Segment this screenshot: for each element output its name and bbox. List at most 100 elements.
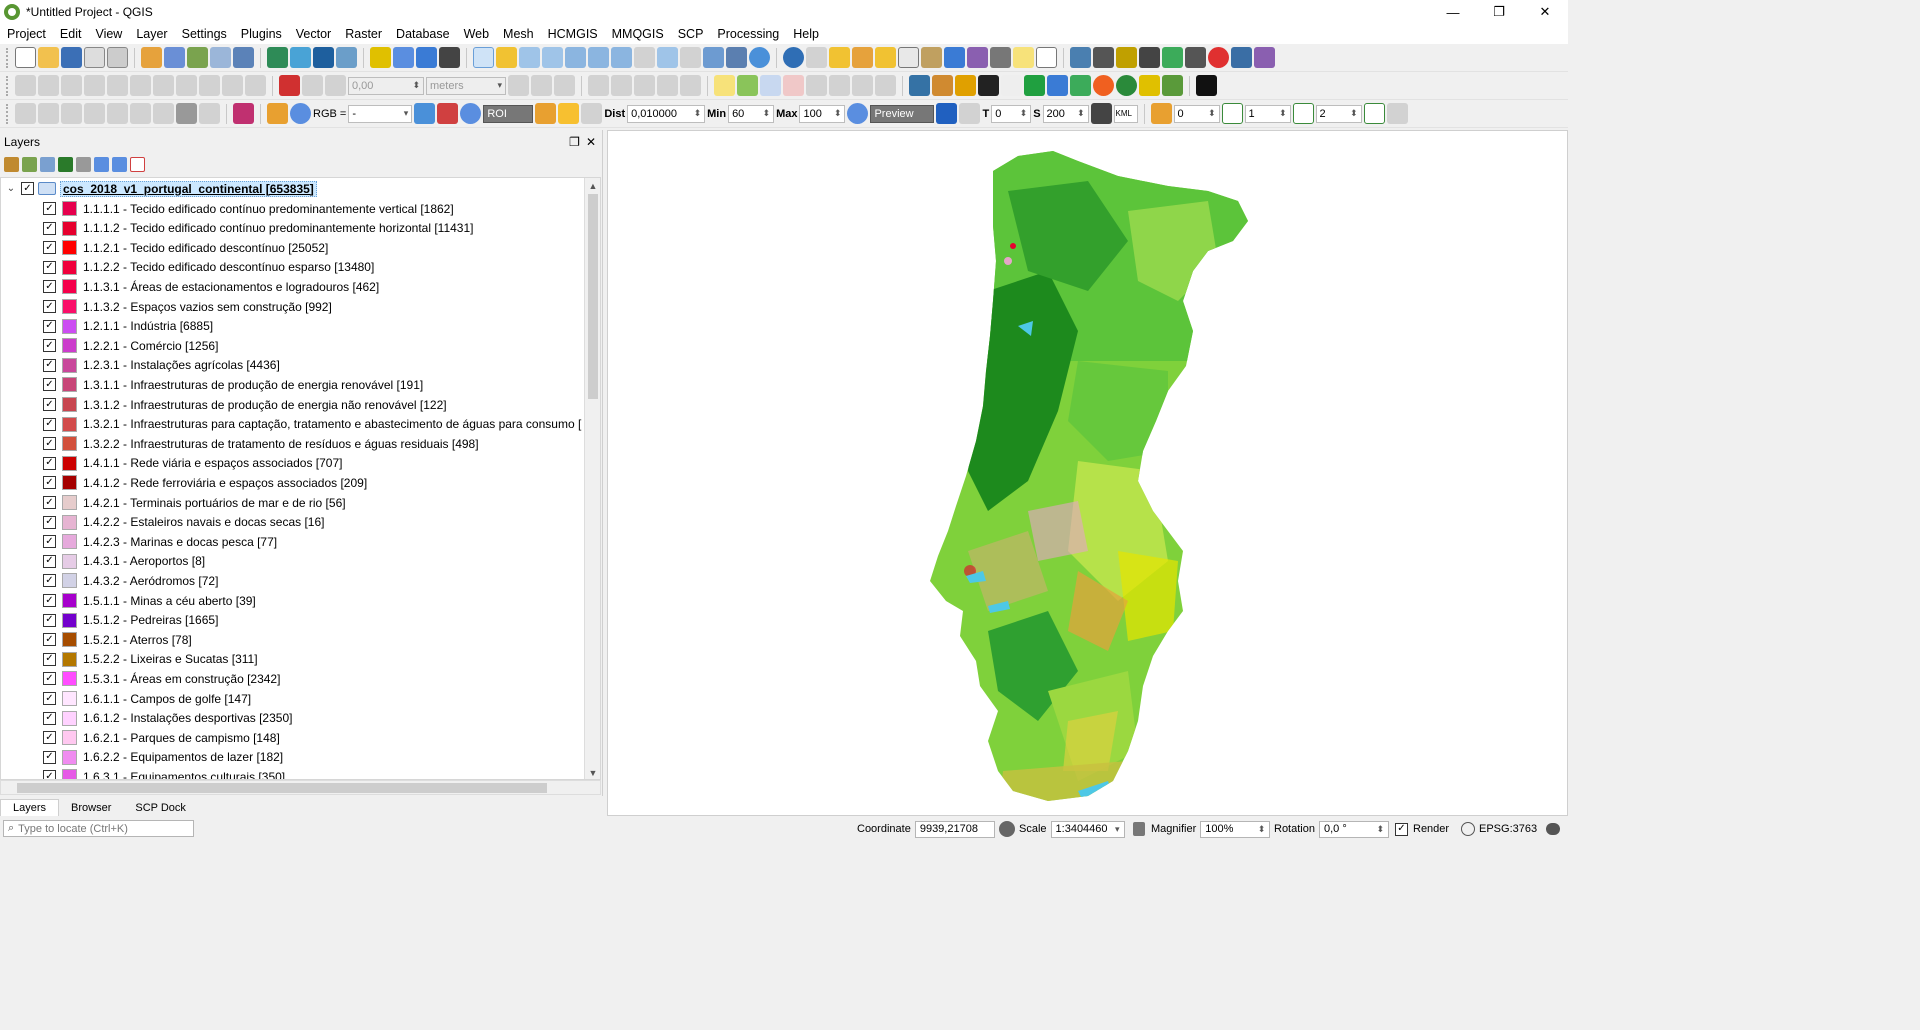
plugin-tool-5-icon[interactable]: [1162, 47, 1183, 68]
legend-checkbox[interactable]: ✓: [43, 770, 56, 779]
deselect-icon[interactable]: [875, 47, 896, 68]
menu-web[interactable]: Web: [457, 27, 496, 41]
menu-vector[interactable]: Vector: [289, 27, 338, 41]
refresh-icon[interactable]: [749, 47, 770, 68]
menu-raster[interactable]: Raster: [338, 27, 389, 41]
web-globe-icon[interactable]: [416, 47, 437, 68]
legend-item[interactable]: ✓ 1.2.1.1 - Indústria [6885]: [43, 317, 213, 336]
plugin-tool-8-icon[interactable]: [1231, 47, 1252, 68]
collapse-all-icon[interactable]: [112, 156, 127, 172]
band-next-a-icon[interactable]: [1221, 103, 1243, 124]
trace-icon[interactable]: [508, 75, 529, 96]
add-group-icon[interactable]: [22, 156, 37, 172]
python-console-icon[interactable]: [909, 75, 930, 96]
menu-project[interactable]: Project: [0, 27, 53, 41]
mesh-layer-icon[interactable]: [313, 47, 334, 68]
globe-icon[interactable]: [393, 47, 414, 68]
label-style-icon[interactable]: [875, 75, 896, 96]
legend-checkbox[interactable]: ✓: [43, 398, 56, 411]
plugin-h-icon[interactable]: [1116, 75, 1137, 96]
band-next-b-icon[interactable]: [1292, 103, 1314, 124]
legend-item[interactable]: ✓ 1.3.2.1 - Infraestruturas para captação…: [43, 415, 581, 434]
label-pin-icon[interactable]: [760, 75, 781, 96]
tolerance-input[interactable]: 0,00: [348, 76, 424, 95]
zoom-native-icon[interactable]: [634, 47, 655, 68]
kml-button[interactable]: KML: [1113, 104, 1138, 123]
plugin-e-icon[interactable]: [1024, 75, 1045, 96]
print-layout-icon[interactable]: [84, 47, 105, 68]
plugin-tool-6-icon[interactable]: [1185, 47, 1206, 68]
label-show-icon[interactable]: [783, 75, 804, 96]
legend-checkbox[interactable]: ✓: [43, 476, 56, 490]
plugin-j-icon[interactable]: [1162, 75, 1183, 96]
t-input[interactable]: 0: [991, 104, 1032, 123]
collapse-arrow-icon[interactable]: ⌄: [1, 183, 21, 194]
legend-item[interactable]: ✓ 1.6.1.2 - Instalações desportivas [2350…: [43, 709, 292, 728]
menu-processing[interactable]: Processing: [710, 27, 786, 41]
raster-tool-2-icon[interactable]: [38, 103, 59, 124]
plugin-tool-3-icon[interactable]: [1116, 47, 1137, 68]
bookmark-icon[interactable]: [726, 47, 747, 68]
zoom-selection-icon[interactable]: [588, 47, 609, 68]
menu-view[interactable]: View: [88, 27, 129, 41]
tab-layers[interactable]: Layers: [0, 799, 60, 816]
preview-redo-icon[interactable]: [959, 103, 981, 124]
layer-group-row[interactable]: ⌄ ✓ cos_2018_v1_portugal_continental [65…: [1, 179, 317, 198]
legend-item[interactable]: ✓ 1.1.3.2 - Espaços vazios sem construção…: [43, 297, 332, 316]
roi-toggle[interactable]: ROI: [483, 104, 534, 123]
legend-item[interactable]: ✓ 1.4.2.1 - Terminais portuários de mar e…: [43, 493, 346, 512]
globe-crs-icon[interactable]: [1461, 822, 1475, 836]
legend-checkbox[interactable]: ✓: [43, 711, 56, 725]
legend-item[interactable]: ✓ 1.1.1.1 - Tecido edificado contínuo pre…: [43, 199, 454, 218]
legend-item[interactable]: ✓ 1.4.2.2 - Estaleiros navais e docas sec…: [43, 513, 324, 532]
shape-ellipse-icon[interactable]: [611, 75, 632, 96]
legend-checkbox[interactable]: ✓: [43, 633, 56, 647]
toggle-extent-icon[interactable]: [998, 821, 1015, 837]
band-set-icon[interactable]: [1150, 103, 1172, 124]
add-layer-icon[interactable]: [141, 47, 162, 68]
new-map-view-icon[interactable]: [703, 47, 724, 68]
legend-checkbox[interactable]: ✓: [43, 496, 56, 509]
zoom-last-icon[interactable]: [657, 47, 678, 68]
menu-hcmgis[interactable]: HCMGIS: [541, 27, 605, 41]
legend-item[interactable]: ✓ 1.5.2.1 - Aterros [78]: [43, 630, 192, 649]
digitize-icon[interactable]: [210, 47, 231, 68]
filter-legend-icon[interactable]: [58, 156, 73, 172]
scroll-up-icon[interactable]: ▲: [585, 178, 600, 194]
legend-checkbox[interactable]: ✓: [43, 731, 56, 745]
save-edits-icon[interactable]: [61, 75, 82, 96]
menu-help[interactable]: Help: [786, 27, 826, 41]
redo-icon[interactable]: [245, 75, 266, 96]
legend-item[interactable]: ✓ 1.5.1.1 - Minas a céu aberto [39]: [43, 591, 256, 610]
layer-tree-vertical-scrollbar[interactable]: ▲ ▼: [584, 178, 600, 779]
scale-select[interactable]: 1:3404460: [1050, 820, 1125, 838]
preview-classify-icon[interactable]: [936, 103, 958, 124]
raster-tool-7-icon[interactable]: [153, 103, 174, 124]
scroll-thumb[interactable]: [588, 194, 598, 399]
layer-tree-horizontal-scrollbar[interactable]: [0, 780, 601, 795]
legend-checkbox[interactable]: ✓: [43, 280, 56, 294]
select-by-expression-icon[interactable]: [852, 47, 873, 68]
raster-tool-8-icon[interactable]: [199, 103, 220, 124]
label-move-icon[interactable]: [806, 75, 827, 96]
menu-edit[interactable]: Edit: [53, 27, 89, 41]
scroll-down-icon[interactable]: ▼: [585, 765, 600, 779]
scp-main-icon[interactable]: [267, 103, 288, 124]
identify-icon[interactable]: [783, 47, 804, 68]
edit-pencil-icon[interactable]: [15, 75, 36, 96]
map-canvas[interactable]: [607, 130, 1568, 816]
remove-layer-icon[interactable]: [130, 156, 145, 172]
expand-all-icon[interactable]: [94, 156, 109, 172]
wms-layer-icon[interactable]: [290, 47, 311, 68]
toggle-editing-icon[interactable]: [38, 75, 59, 96]
map-tips-icon[interactable]: [1013, 47, 1034, 68]
raster-tool-3-icon[interactable]: [61, 103, 82, 124]
undo-icon[interactable]: [222, 75, 243, 96]
menu-settings[interactable]: Settings: [175, 27, 234, 41]
legend-checkbox[interactable]: ✓: [43, 750, 56, 764]
add-feature-icon[interactable]: [84, 75, 105, 96]
menu-scp[interactable]: SCP: [671, 27, 711, 41]
legend-checkbox[interactable]: ✓: [43, 613, 56, 627]
manage-visibility-icon[interactable]: [40, 156, 55, 172]
legend-item[interactable]: ✓ 1.6.2.1 - Parques de campismo [148]: [43, 728, 280, 747]
